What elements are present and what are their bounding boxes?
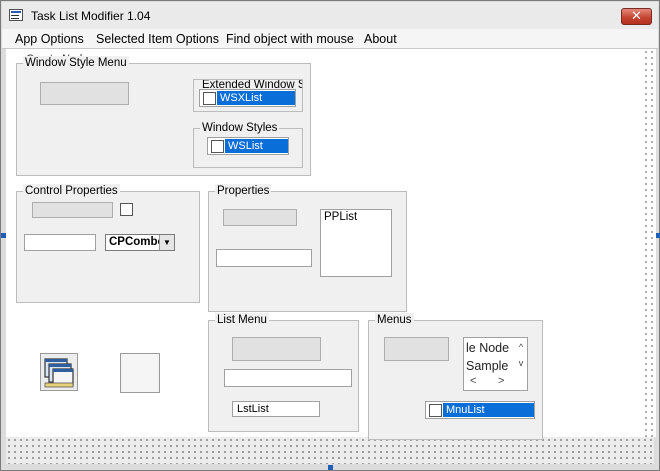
scroll-down-icon[interactable]: v (515, 355, 527, 371)
ws-list[interactable]: WSList (207, 137, 289, 155)
ws-list-checkbox[interactable] (211, 140, 224, 153)
resize-handle-left[interactable] (1, 233, 6, 238)
control-properties-button[interactable] (32, 202, 113, 218)
tree-node[interactable]: le Node (466, 341, 509, 355)
control-properties-label: Control Properties (23, 184, 120, 198)
title-bar[interactable]: Task List Modifier 1.04 ✕ (2, 2, 658, 29)
grid-area-right (643, 49, 656, 437)
menu-app-options[interactable]: App Options (15, 32, 84, 46)
list-menu-label: List Menu (215, 313, 269, 327)
scroll-right-icon[interactable]: > (498, 375, 508, 389)
window-style-button[interactable] (40, 82, 129, 105)
window-styles-label: Window Styles (200, 121, 280, 135)
window-style-menu-label: Window Style Menu (23, 56, 129, 70)
mnu-list-checkbox[interactable] (429, 404, 442, 417)
pp-list[interactable]: PPList (320, 209, 392, 277)
properties-label: Properties (215, 184, 272, 198)
app-window-icon (9, 9, 23, 21)
scroll-left-icon[interactable]: < (470, 375, 480, 389)
wsx-list[interactable]: WSXList (199, 89, 296, 107)
menu-selected-item-options[interactable]: Selected Item Options (96, 32, 219, 46)
app-window: Task List Modifier 1.04 ✕ App Options Se… (0, 0, 660, 471)
stacked-windows-icon (44, 358, 74, 388)
pp-list-item[interactable]: PPList (324, 211, 357, 223)
properties-button[interactable] (223, 209, 297, 226)
list-menu-edit[interactable] (224, 369, 352, 387)
menu-find-object-with-mouse[interactable]: Find object with mouse (226, 32, 354, 46)
cp-combo-value: CPCombo (109, 236, 165, 248)
properties-edit[interactable] (216, 249, 312, 267)
ws-list-item[interactable]: WSList (225, 139, 288, 153)
mnu-list[interactable]: MnuList (425, 401, 535, 419)
picture-box[interactable] (120, 353, 160, 393)
list-menu-button[interactable] (232, 337, 321, 361)
resize-handle-right[interactable] (656, 233, 660, 238)
chevron-down-icon[interactable]: ▼ (159, 235, 174, 250)
menus-label: Menus (375, 313, 414, 327)
menus-tree-view[interactable]: le Node Sample ^ v < > (463, 337, 528, 391)
menus-button[interactable] (384, 337, 449, 361)
lst-list[interactable]: LstList (232, 401, 320, 417)
scroll-up-icon[interactable]: ^ (515, 339, 527, 355)
control-properties-edit[interactable] (24, 234, 96, 251)
cp-combo[interactable]: CPCombo ▼ (105, 234, 175, 251)
grid-area-bottom (6, 437, 654, 464)
menu-about[interactable]: About (364, 32, 397, 46)
control-properties-checkbox[interactable] (120, 203, 133, 216)
mnu-list-item[interactable]: MnuList (443, 403, 534, 417)
close-button[interactable]: ✕ (621, 8, 652, 25)
wsx-list-checkbox[interactable] (203, 92, 216, 105)
menu-bar: App Options Selected Item Options Find o… (2, 29, 658, 49)
task-windows-icon[interactable] (40, 353, 78, 391)
tree-node[interactable]: Sample (466, 359, 508, 373)
wsx-list-item[interactable]: WSXList (217, 91, 295, 105)
window-title: Task List Modifier 1.04 (31, 9, 151, 23)
resize-handle-bottom[interactable] (328, 465, 333, 470)
